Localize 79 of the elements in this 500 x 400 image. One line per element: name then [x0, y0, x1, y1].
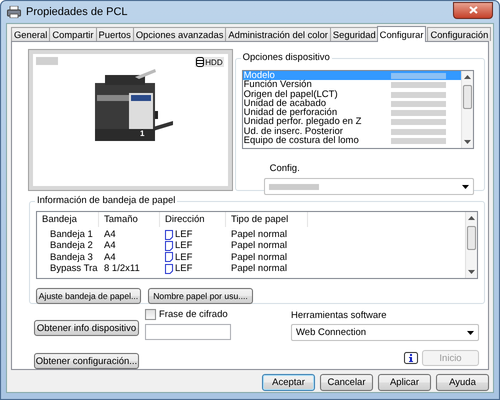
column-header[interactable]: Tamaño: [99, 212, 160, 227]
hdd-label: HDD: [205, 58, 223, 66]
tab[interactable]: Configurar: [376, 26, 426, 42]
scroll-down-icon: [468, 270, 475, 274]
tray-button[interactable]: Ajuste bandeja de papel...: [36, 288, 141, 304]
column-header[interactable]: Bandeja: [37, 212, 99, 227]
list-item[interactable]: Unidad de perforación: [244, 108, 338, 118]
dialog-button[interactable]: Aplicar: [378, 374, 431, 391]
scroll-down-icon: [464, 140, 471, 144]
redacted-value: [391, 100, 446, 107]
table-cell: LEF: [175, 263, 192, 275]
list-item[interactable]: Origen del papel(LCT): [244, 90, 338, 99]
table-cell: LEF: [175, 240, 192, 252]
table-cell-text: Papel normal: [230, 263, 288, 275]
tab[interactable]: Puertos: [96, 27, 134, 41]
tab[interactable]: General: [11, 27, 50, 41]
info-icon: [404, 352, 418, 364]
close-icon: [468, 6, 478, 14]
device-options-list[interactable]: Modelo Función Versión Origen del papel(LCT) Unidad de acabado Unidad de perforación Unidad perfor. plegado en Z Ud. de inserc. Posterior Equipo de costura del lomo: [242, 70, 474, 149]
config-dropdown[interactable]: [264, 178, 474, 195]
dialog-button[interactable]: Cancelar: [320, 374, 373, 391]
dialog-button[interactable]: Aceptar: [262, 374, 315, 391]
redacted-value: [391, 128, 446, 135]
checkbox-label: Frase de cifrado: [159, 309, 228, 320]
table-cell: LEF: [175, 229, 192, 240]
list-item[interactable]: Unidad de acabado: [244, 98, 326, 108]
scrollbar-thumb[interactable]: [467, 226, 476, 250]
list-item[interactable]: Función Versión: [244, 80, 312, 90]
get-configuration-button[interactable]: Obtener configuración...: [34, 353, 139, 369]
column-header[interactable]: Dirección: [160, 212, 226, 227]
table-cell-text: A4: [103, 229, 117, 240]
window-title: Propiedades de PCL: [26, 6, 128, 18]
table-cell-text: Papel normal: [230, 252, 288, 264]
list-item[interactable]: Unidad perfor. plegado en Z: [244, 117, 362, 127]
table-cell-text: A4: [103, 252, 117, 264]
software-tools-label: Herramientas software: [291, 310, 388, 321]
tab[interactable]: Configuración: [427, 27, 492, 41]
redacted-value: [391, 119, 446, 126]
scroll-up-icon: [464, 75, 471, 79]
tab[interactable]: Seguridad: [330, 27, 379, 41]
table-cell-text: Papel normal: [230, 229, 288, 240]
redacted-value: [268, 184, 319, 190]
table-cell: LEF: [175, 252, 192, 264]
table-cell-text: Papel normal: [230, 240, 288, 252]
software-tools-dropdown[interactable]: Web Connection: [291, 324, 479, 341]
close-button[interactable]: [453, 2, 493, 18]
table-cell-text: Bypass Tra: [49, 263, 99, 275]
list-item[interactable]: Equipo de costura del lomo: [244, 136, 359, 146]
redacted-value: [391, 92, 446, 98]
config-label: Config.: [270, 163, 301, 174]
blurred-label: [36, 57, 58, 65]
scroll-up-icon: [468, 216, 475, 220]
passphrase-field[interactable]: [145, 324, 231, 340]
tray-number: 1: [140, 129, 144, 138]
redacted-value: [391, 110, 446, 116]
get-device-info-button[interactable]: Obtener info dispositivo: [34, 320, 139, 336]
tab[interactable]: Administración del color: [225, 27, 331, 41]
tray-button[interactable]: Nombre papel por usu....: [148, 288, 253, 304]
group-title: Opciones dispositivo: [240, 52, 332, 63]
table-cell-text: Bandeja 2: [49, 240, 94, 252]
list-item[interactable]: Ud. de inserc. Posterior: [244, 126, 343, 136]
table-cell-text: 8 1/2x11: [103, 263, 141, 275]
table-cell-text: A4: [103, 240, 117, 252]
disk-icon: [196, 57, 204, 67]
table-cell-text: Bandeja 1: [49, 229, 94, 240]
printer-icon: [7, 6, 21, 18]
redacted-value: [391, 82, 446, 88]
table-cell-text: Bandeja 3: [49, 252, 94, 264]
checkbox[interactable]: [145, 309, 156, 320]
tab[interactable]: Opciones avanzadas: [132, 27, 226, 41]
group-title: Información de bandeja de papel: [35, 195, 178, 206]
redacted-value: [391, 73, 446, 79]
dropdown-arrow-icon: [467, 330, 474, 334]
tab[interactable]: Compartir: [49, 27, 97, 41]
scrollbar-thumb[interactable]: [463, 85, 472, 109]
dropdown-arrow-icon: [462, 184, 469, 188]
redacted-value: [391, 138, 446, 144]
column-header[interactable]: Tipo de papel: [226, 212, 308, 227]
dialog-button[interactable]: Ayuda: [436, 374, 489, 391]
